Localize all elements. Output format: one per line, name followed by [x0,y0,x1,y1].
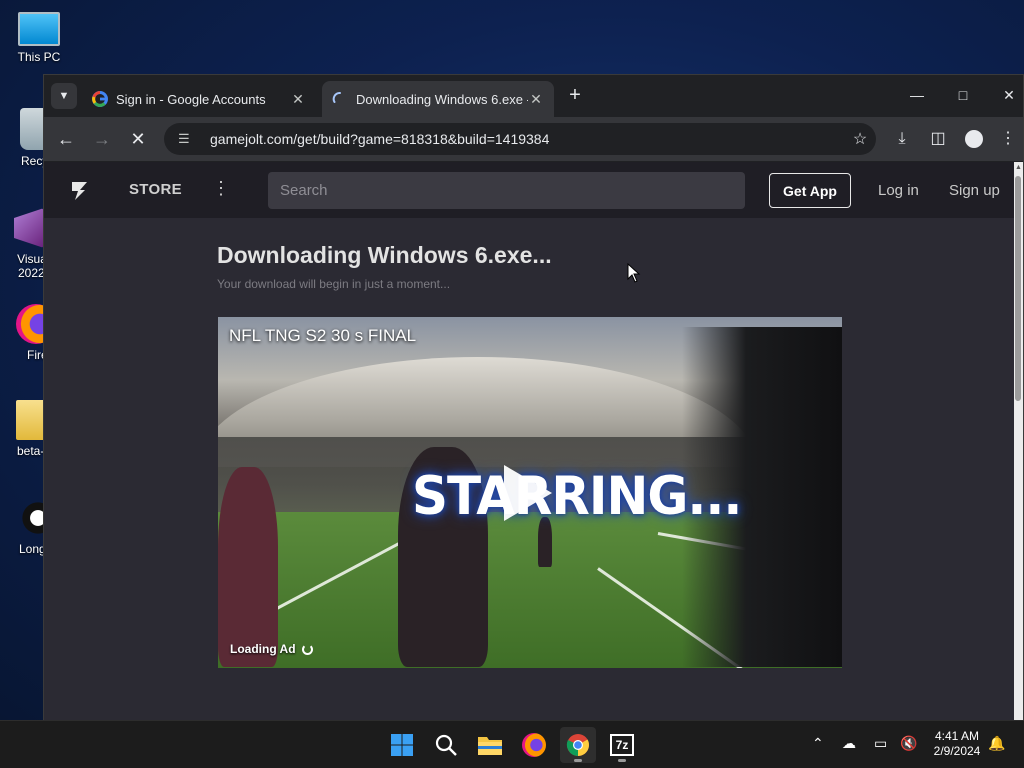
download-icon[interactable]: ⤓ [890,127,914,151]
page-content: STORE ⋮ Get App Log in Sign up Downloadi… [44,162,1016,720]
page-scrollbar[interactable]: ▲ [1014,162,1023,720]
close-icon[interactable]: ✕ [528,91,544,108]
notification-bell-icon[interactable]: 🔔 [988,735,1005,752]
taskbar-chrome[interactable] [560,727,596,763]
login-link[interactable]: Log in [878,182,919,199]
taskbar-file-explorer[interactable] [472,727,508,763]
clock-time: 4:41 AM [934,729,980,743]
taskbar: 7z ⌃ ☁ ▭ 🔇 4:41 AM 2/9/2024 🔔 [0,720,1024,768]
taskbar-search-button[interactable] [428,727,464,763]
start-button[interactable] [384,727,420,763]
tab-search-button[interactable]: ▼ [51,83,77,109]
chevron-down-icon: ▼ [58,90,70,102]
gamejolt-logo-icon[interactable] [68,179,90,201]
bookmark-star-icon[interactable]: ☆ [844,129,876,149]
url-text[interactable]: gamejolt.com/get/build?game=818318&build… [210,131,844,147]
video-title: NFL TNG S2 30 s FINAL [229,326,417,345]
forward-button[interactable]: → [90,127,114,151]
7zip-icon: 7z [610,734,634,756]
page-subtitle: Your download will begin in just a momen… [217,277,451,291]
tab-title: Sign in - Google Accounts [116,91,266,107]
gamejolt-header: STORE ⋮ Get App Log in Sign up [44,162,1016,218]
show-hidden-icons-button[interactable]: ⌃ [812,735,824,752]
spinner-icon [301,643,313,655]
7zip-label: 7z [615,738,629,752]
browser-toolbar: ← → ✕ ☰ gamejolt.com/get/build?game=8183… [44,117,1023,161]
video-ad-player[interactable]: NFL TNG S2 30 s FINAL STARRING... Loadin… [218,317,842,668]
search-input[interactable] [268,172,745,209]
firefox-icon [522,733,546,757]
taskbar-firefox[interactable] [516,727,552,763]
loading-spinner-icon [332,92,341,103]
file-explorer-icon [478,737,502,755]
address-bar[interactable]: ☰ gamejolt.com/get/build?game=818318&bui… [164,123,876,155]
more-options-icon[interactable]: ⋮ [212,178,230,199]
close-icon[interactable]: ✕ [290,91,306,108]
minimize-button[interactable]: — [902,83,932,107]
loading-ad-indicator: Loading Ad [230,642,313,656]
get-app-button[interactable]: Get App [769,173,851,208]
taskbar-7zip[interactable]: 7z [604,727,640,763]
store-link[interactable]: STORE [129,181,182,198]
google-icon [92,91,108,107]
tab-strip: ▼ Sign in - Google Accounts ✕ Downloadin… [44,75,1023,117]
volume-muted-icon[interactable]: 🔇 [900,735,917,752]
tab-downloading[interactable]: Downloading Windows 6.exe - ✕ [322,81,554,117]
scroll-up-icon[interactable]: ▲ [1014,164,1023,171]
running-app-indicator [618,759,626,762]
video-figure [218,467,278,667]
window-close-button[interactable]: ✕ [994,83,1024,107]
chrome-icon [566,734,589,756]
search-icon [435,734,457,756]
windows-start-icon [391,734,413,756]
visual-studio-icon [14,208,44,248]
active-app-indicator [574,759,582,762]
desktop-icon-label: This PC [17,50,61,64]
display-icon[interactable]: ▭ [874,735,887,752]
profile-icon[interactable] [962,127,986,151]
monitor-icon [18,12,60,46]
loading-ad-label: Loading Ad [230,642,296,656]
tab-title: Downloading Windows 6.exe - [356,91,528,107]
maximize-button[interactable]: □ [948,83,978,107]
chrome-window: ▼ Sign in - Google Accounts ✕ Downloadin… [43,74,1024,720]
network-offline-icon[interactable]: ☁ [842,735,856,752]
play-icon[interactable] [504,465,552,521]
new-tab-button[interactable]: + [564,85,586,107]
menu-kebab-icon[interactable]: ⋮ [996,127,1020,151]
site-info-icon[interactable]: ☰ [178,131,196,147]
page-title: Downloading Windows 6.exe... [217,242,552,268]
mouse-cursor-icon [627,263,641,283]
clock-date: 2/9/2024 [933,744,981,758]
scrollbar-thumb[interactable] [1015,176,1021,401]
tab-google-sign-in[interactable]: Sign in - Google Accounts ✕ [82,81,316,117]
desktop-icon-this-pc[interactable]: This PC [0,10,78,64]
back-button[interactable]: ← [54,127,78,151]
system-clock[interactable]: 4:41 AM 2/9/2024 [922,729,992,759]
video-overlay-text: STARRING... [412,465,742,527]
side-panel-icon[interactable]: ◫ [926,127,950,151]
signup-link[interactable]: Sign up [949,182,1000,199]
stop-button[interactable]: ✕ [126,127,150,151]
